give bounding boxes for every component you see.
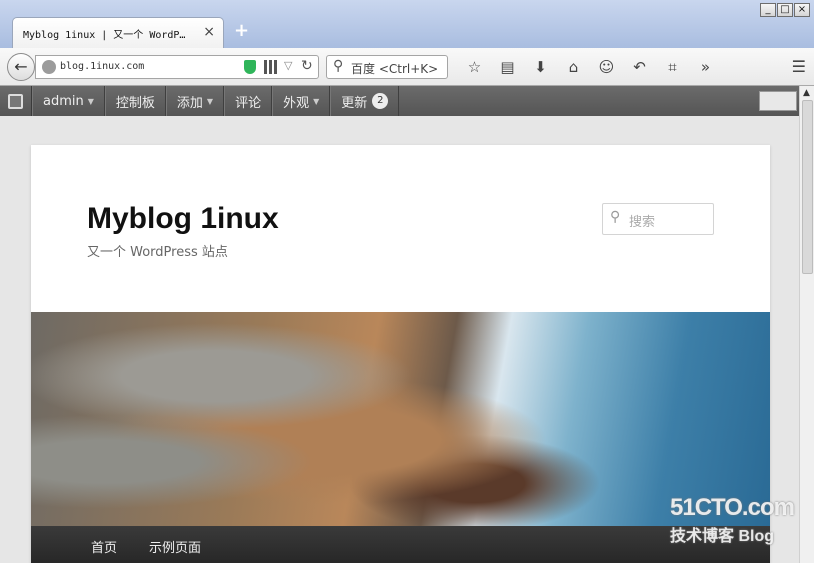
reading-list-icon[interactable]: ▤ — [491, 57, 524, 77]
home-icon[interactable]: ⌂ — [557, 57, 590, 77]
chevron-down-icon: ▼ — [206, 96, 214, 106]
wp-logo-icon[interactable] — [0, 86, 32, 116]
title-bar: _ □ × Myblog 1inux | 又一个 WordP… × + — [0, 0, 814, 48]
new-tab-button[interactable]: + — [234, 20, 249, 41]
search-icon: ⚲ — [333, 58, 344, 74]
url-text[interactable]: blog.1inux.com — [60, 61, 144, 72]
browser-tab[interactable]: Myblog 1inux | 又一个 WordP… × — [12, 17, 224, 48]
admin-bar-item-updates[interactable]: 更新 2 — [330, 86, 400, 116]
scrollbar-thumb[interactable] — [802, 100, 813, 274]
reload-icon[interactable]: ↻ — [301, 58, 313, 74]
site-navigation: 首页 示例页面 — [31, 526, 770, 563]
admin-bar-item-add[interactable]: 添加 ▼ — [165, 86, 225, 116]
qr-code-icon[interactable] — [264, 60, 278, 74]
crop-icon[interactable]: ⌗ — [656, 57, 689, 77]
back-arrow-icon: ← — [14, 57, 28, 76]
maximize-button[interactable]: □ — [777, 3, 793, 17]
scroll-up-arrow-icon[interactable]: ▲ — [803, 88, 810, 98]
vertical-scrollbar[interactable]: ▲ — [799, 86, 814, 563]
site-title[interactable]: Myblog 1inux — [87, 202, 279, 236]
search-bar[interactable]: ⚲ 百度 <Ctrl+K> — [326, 55, 448, 79]
overflow-icon[interactable]: » — [689, 57, 722, 77]
window-controls: _ □ × — [760, 3, 810, 17]
tab-title: Myblog 1inux | 又一个 WordP… — [23, 30, 186, 41]
dropdown-icon[interactable]: ▽ — [284, 59, 292, 72]
search-placeholder: 百度 <Ctrl+K> — [351, 62, 439, 76]
navigation-toolbar: ← blog.1inux.com ▽ ↻ ⚲ 百度 <Ctrl+K> ☆ ▤ ⬇… — [0, 48, 814, 86]
shield-icon[interactable] — [244, 60, 256, 74]
watermark: 51CTO.com 技术博客 Blog — [670, 494, 795, 546]
update-count-badge: 2 — [372, 93, 389, 109]
wp-admin-bar: admin ▼ 控制板 添加 ▼ 评论 外观 ▼ 更新 2 — [0, 86, 799, 116]
admin-bar-item-appearance[interactable]: 外观 ▼ — [272, 86, 331, 116]
globe-icon — [42, 60, 56, 74]
site-description: 又一个 WordPress 站点 — [87, 245, 228, 260]
star-icon[interactable]: ☆ — [458, 57, 491, 77]
header-image — [31, 312, 770, 526]
search-icon: ⚲ — [610, 209, 621, 225]
toolbar-icons: ☆ ▤ ⬇ ⌂ ☺ ↶ ⌗ » — [458, 57, 722, 77]
admin-bar-item-admin[interactable]: admin ▼ — [32, 86, 105, 116]
admin-bar-search-input[interactable] — [759, 91, 797, 111]
tab-close-icon[interactable]: × — [203, 24, 215, 40]
nav-item-home[interactable]: 首页 — [91, 537, 117, 556]
site-search-input[interactable]: ⚲ 搜索 — [602, 203, 714, 235]
smiley-icon[interactable]: ☺ — [590, 57, 623, 77]
watermark-line1: 51CTO.com — [670, 494, 795, 521]
chevron-down-icon: ▼ — [313, 96, 320, 106]
admin-bar-item-dashboard[interactable]: 控制板 — [104, 86, 166, 116]
admin-bar-item-comments[interactable]: 评论 — [224, 86, 273, 116]
chevron-down-icon: ▼ — [87, 96, 94, 106]
page-viewport: admin ▼ 控制板 添加 ▼ 评论 外观 ▼ 更新 2 Myblog 1inux 又… — [0, 86, 814, 563]
undo-icon[interactable]: ↶ — [623, 57, 656, 77]
watermark-line2: 技术博客 Blog — [670, 528, 774, 545]
url-bar[interactable]: blog.1inux.com ▽ ↻ — [35, 55, 319, 79]
hamburger-menu-icon[interactable]: ☰ — [792, 57, 806, 76]
site-page: Myblog 1inux 又一个 WordPress 站点 ⚲ 搜索 首页 示例… — [31, 145, 770, 563]
nav-item-sample-page[interactable]: 示例页面 — [149, 537, 201, 556]
close-window-button[interactable]: × — [794, 3, 810, 17]
minimize-button[interactable]: _ — [760, 3, 776, 17]
back-button[interactable]: ← — [7, 53, 35, 81]
download-icon[interactable]: ⬇ — [524, 57, 557, 77]
site-search-placeholder: 搜索 — [629, 215, 656, 230]
